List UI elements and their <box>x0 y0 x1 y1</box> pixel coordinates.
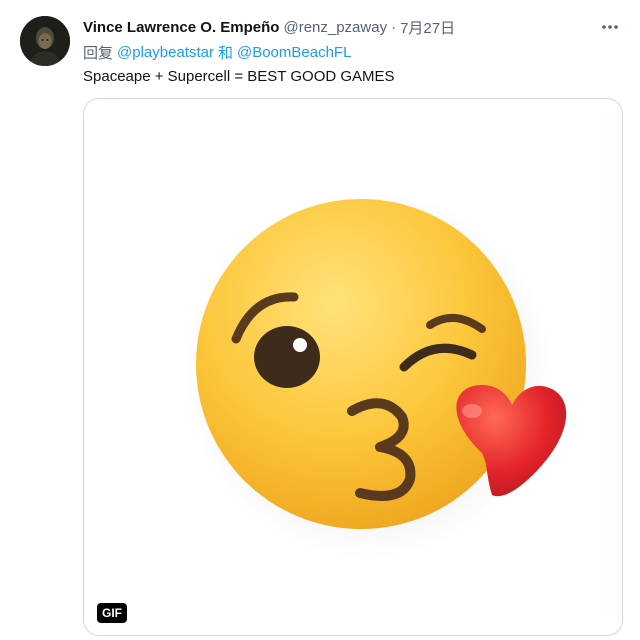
tweet-text: Spaceape + Supercell = BEST GOOD GAMES <box>83 68 395 85</box>
mention-link-boombeachfl[interactable]: @BoomBeachFL <box>237 44 351 61</box>
gif-badge: GIF <box>97 603 127 623</box>
reply-prefix: 回复 <box>83 44 114 62</box>
tweet-header: Vince Lawrence O. Empeño @renz_pzaway · … <box>83 16 624 38</box>
avatar-image <box>20 16 70 66</box>
more-options-button[interactable] <box>598 16 622 38</box>
display-name[interactable]: Vince Lawrence O. Empeño <box>83 19 279 36</box>
mention-link-playbeatstar[interactable]: @playbeatstar <box>117 44 214 61</box>
tweet[interactable]: Vince Lawrence O. Empeño @renz_pzaway · … <box>0 0 640 640</box>
more-horizontal-icon <box>602 25 618 29</box>
tweet-content: Vince Lawrence O. Empeño @renz_pzaway · … <box>83 16 624 88</box>
user-handle[interactable]: @renz_pzaway <box>283 19 387 36</box>
gif-media[interactable]: GIF <box>83 98 623 636</box>
reply-context: 回复 @playbeatstar 和 @BoomBeachFL <box>83 41 624 63</box>
reply-conjunction: 和 <box>217 44 233 62</box>
avatar[interactable] <box>20 16 70 66</box>
kissing-face-emoji-image <box>184 189 567 559</box>
separator-dot: · <box>391 18 397 36</box>
tweet-date[interactable]: 7月27日 <box>400 17 455 38</box>
